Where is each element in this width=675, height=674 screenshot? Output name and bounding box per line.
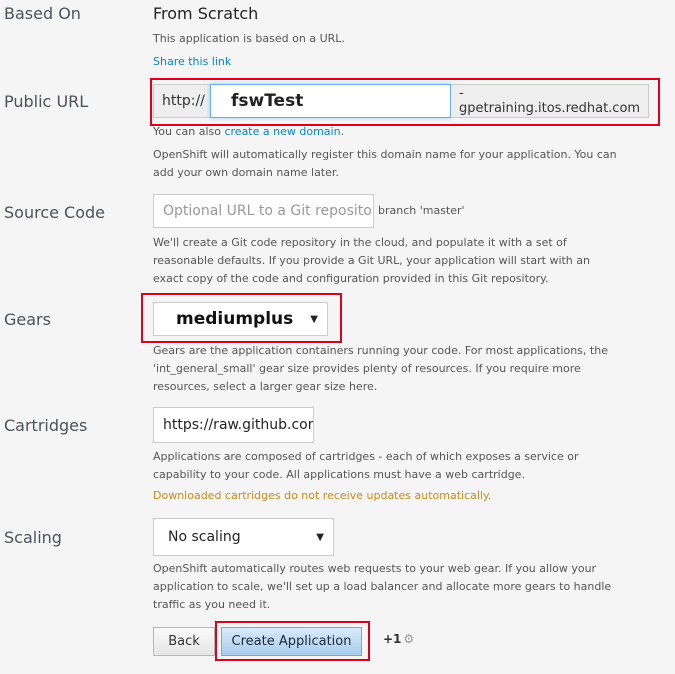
cartridges-label: Cartridges — [4, 416, 88, 435]
share-link[interactable]: Share this link — [153, 55, 231, 68]
gears-label: Gears — [4, 310, 51, 329]
gear-icon: ⚙ — [403, 632, 415, 646]
public-url-label: Public URL — [4, 92, 89, 111]
plus-one-widget[interactable]: +1 ⚙ — [383, 632, 414, 646]
based-on-value: From Scratch — [153, 4, 259, 23]
chevron-down-icon: ▼ — [316, 531, 324, 543]
create-domain-link[interactable]: create a new domain — [224, 125, 340, 138]
cartridges-warning: Downloaded cartridges do not receive upd… — [153, 489, 492, 502]
source-code-label: Source Code — [4, 203, 105, 222]
git-url-input[interactable]: Optional URL to a Git repositor — [153, 194, 374, 228]
create-button-highlight — [215, 621, 370, 661]
public-url-help: You can also create a new domain. — [153, 125, 345, 138]
cartridge-url-input[interactable]: https://raw.github.com — [153, 407, 314, 443]
scaling-value: No scaling — [168, 529, 241, 545]
public-url-help-2: OpenShift will automatically register th… — [153, 148, 617, 179]
gears-help: Gears are the application containers run… — [153, 344, 608, 393]
based-on-label: Based On — [4, 4, 81, 23]
based-on-help: This application is based on a URL. — [153, 32, 345, 45]
cartridges-help: Applications are composed of cartridges … — [153, 450, 579, 481]
scaling-label: Scaling — [4, 528, 62, 547]
scaling-select[interactable]: No scaling ▼ — [153, 518, 334, 556]
plus-one-label: +1 — [383, 632, 402, 646]
scaling-help: OpenShift automatically routes web reque… — [153, 562, 612, 611]
source-code-help: We'll create a Git code repository in th… — [153, 236, 590, 285]
gears-highlight — [141, 293, 342, 343]
branch-label: branch 'master' — [378, 204, 465, 217]
public-url-highlight — [150, 78, 660, 126]
back-button[interactable]: Back — [153, 627, 215, 656]
